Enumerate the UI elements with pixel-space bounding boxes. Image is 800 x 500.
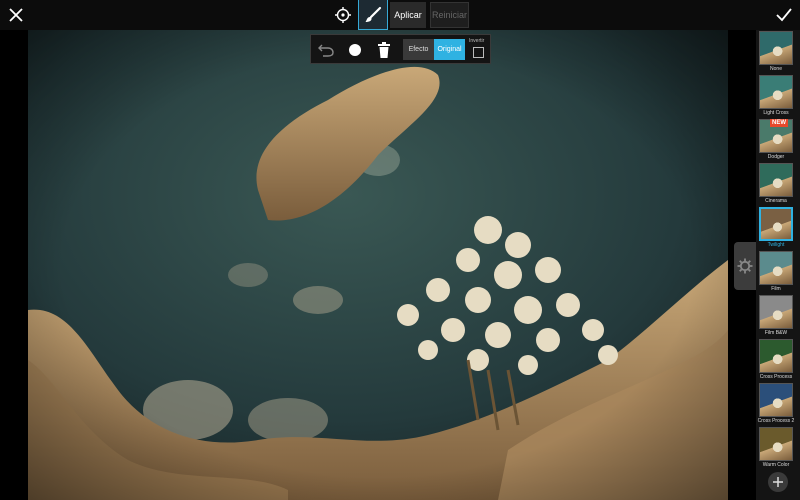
filter-item[interactable]: Twilight: [756, 206, 800, 250]
filter-thumbnail: [759, 295, 793, 329]
filter-item[interactable]: NEW Dodger: [756, 118, 800, 162]
brush-options-bar: Efecto Original Invertir: [310, 34, 491, 64]
original-mode-button[interactable]: Original: [434, 39, 465, 60]
filter-label: Cross Process: [759, 374, 793, 380]
filter-label: Dodger: [767, 154, 785, 160]
trash-icon: [378, 42, 390, 58]
new-badge: NEW: [770, 119, 788, 127]
filter-label: Film: [771, 286, 781, 292]
invert-checkbox[interactable]: [473, 47, 484, 58]
undo-icon: [318, 44, 334, 57]
filter-item[interactable]: Warm Color: [756, 426, 800, 470]
delete-button[interactable]: [373, 39, 395, 61]
filter-thumbnail: [759, 207, 793, 241]
brush-tool-button[interactable]: [358, 0, 388, 30]
undo-button[interactable]: [315, 39, 337, 61]
filter-label: Cinerama: [765, 198, 787, 204]
filter-thumbnail: [759, 31, 793, 65]
filter-item[interactable]: Cross Process: [756, 338, 800, 382]
filter-label: Warm Color: [762, 462, 790, 468]
filter-thumbnail: [759, 163, 793, 197]
filter-item[interactable]: None: [756, 30, 800, 74]
filter-item[interactable]: Film B&W: [756, 294, 800, 338]
crosshair-icon: [335, 7, 351, 23]
filter-label: Twilight: [767, 242, 785, 248]
check-icon: [776, 8, 792, 22]
close-button[interactable]: [4, 3, 28, 27]
filter-label: None: [770, 66, 782, 72]
filter-item[interactable]: Light Cross: [756, 74, 800, 118]
photo-canvas[interactable]: [28, 30, 728, 500]
filter-item[interactable]: Cross Process 2: [756, 382, 800, 426]
filter-item[interactable]: Cinerama: [756, 162, 800, 206]
settings-tab-button[interactable]: [734, 242, 756, 290]
effect-mode-button[interactable]: Efecto: [403, 39, 434, 60]
top-toolbar: Aplicar Reiniciar: [0, 0, 800, 30]
filter-thumbnail: [759, 75, 793, 109]
invert-label: Invertir: [469, 38, 485, 44]
filter-label: Cross Process 2: [757, 418, 795, 424]
close-icon: [9, 8, 23, 22]
plus-icon: [773, 477, 783, 487]
filter-item[interactable]: Film: [756, 250, 800, 294]
filter-panel: None Light Cross NEW Dodger Cinerama Twilight…: [756, 30, 800, 500]
filter-thumbnail: [759, 427, 793, 461]
confirm-button[interactable]: [772, 3, 796, 27]
photo-image: [28, 30, 728, 500]
brush-icon: [365, 6, 382, 22]
reset-button[interactable]: Reiniciar: [430, 2, 469, 28]
target-button[interactable]: [330, 2, 356, 28]
brush-size-button[interactable]: [344, 39, 366, 61]
brush-dot-icon: [349, 44, 361, 56]
gear-icon: [737, 258, 753, 274]
apply-button[interactable]: Aplicar: [390, 2, 426, 28]
filter-label: Film B&W: [764, 330, 788, 336]
filter-thumbnail: [759, 383, 793, 417]
filter-thumbnail: [759, 251, 793, 285]
filter-label: Light Cross: [763, 110, 789, 116]
add-filter-button[interactable]: [768, 472, 788, 492]
filter-thumbnail: [759, 339, 793, 373]
